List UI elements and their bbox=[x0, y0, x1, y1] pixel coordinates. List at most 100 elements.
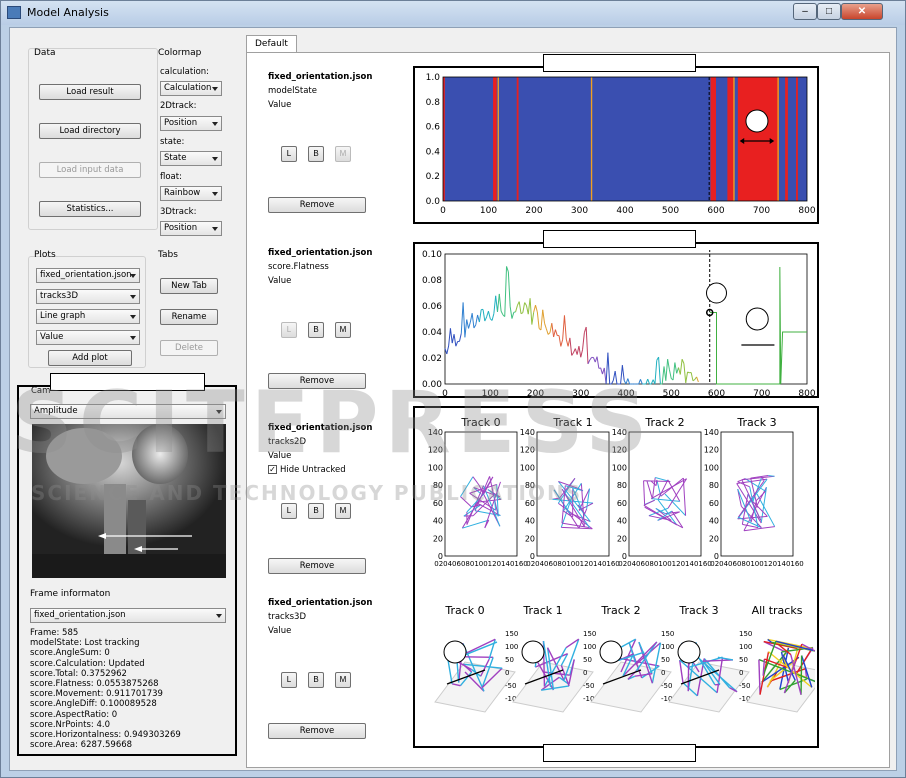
2dtrack-colormap-select[interactable]: Position bbox=[160, 116, 222, 131]
statistics-button[interactable]: Statistics... bbox=[39, 201, 141, 217]
modelstate-red-span bbox=[493, 77, 497, 201]
close-button[interactable]: ✕ bbox=[841, 3, 883, 20]
modelstate-orange-span bbox=[777, 77, 779, 201]
frame-info-line: Frame: 585 bbox=[30, 628, 79, 638]
tick-label: 020406080100120140160 bbox=[618, 560, 712, 568]
tick-label: 0.0 bbox=[426, 197, 441, 207]
tick-label: 020406080100120140160 bbox=[434, 560, 528, 568]
load-result-button[interactable]: Load result bbox=[39, 84, 141, 100]
plot-file-label: fixed_orientation.json bbox=[268, 423, 373, 433]
tick-label: 100 bbox=[520, 463, 535, 472]
tick-label: 500 bbox=[662, 206, 679, 216]
plot-b-button[interactable]: B bbox=[308, 322, 324, 338]
load-directory-button[interactable]: Load directory bbox=[39, 123, 141, 139]
frame-info-line: score.Horizontalness: 0.949303269 bbox=[30, 730, 181, 740]
plot-l-button[interactable]: L bbox=[281, 672, 297, 688]
tick-label: 40 bbox=[525, 517, 535, 526]
add-plot-button[interactable]: Add plot bbox=[48, 350, 132, 366]
track3d-panel-title: All tracks bbox=[752, 604, 803, 617]
plot-variable-select[interactable]: tracks3D bbox=[36, 289, 140, 304]
load-input-data-button[interactable]: Load input data bbox=[39, 162, 141, 178]
float-label: float: bbox=[160, 172, 182, 182]
tick-label: 40 bbox=[617, 517, 627, 526]
z-tick-label: 0 bbox=[505, 669, 509, 677]
track-panel-title: Track 1 bbox=[552, 416, 592, 429]
plot-type-select[interactable]: Line graph bbox=[36, 309, 140, 324]
tick-label: 20 bbox=[433, 534, 443, 543]
rename-tab-button[interactable]: Rename bbox=[160, 309, 218, 325]
plot-b-button[interactable]: B bbox=[308, 672, 324, 688]
z-tick-label: -50 bbox=[583, 682, 594, 690]
track-panel-title: Track 2 bbox=[644, 416, 684, 429]
track-panel-title: Track 3 bbox=[736, 416, 776, 429]
annotation-circle bbox=[521, 640, 545, 664]
annotation-circle bbox=[706, 282, 727, 304]
plot-b-button[interactable]: B bbox=[308, 146, 324, 162]
tick-label: 0.08 bbox=[422, 276, 442, 286]
frame-file-select[interactable]: fixed_orientation.json bbox=[30, 608, 226, 623]
tick-label: 300 bbox=[571, 206, 588, 216]
frame-info-label: Frame informaton bbox=[30, 589, 111, 599]
z-tick-label: 100 bbox=[505, 643, 518, 651]
tick-label: 60 bbox=[433, 499, 443, 508]
frame-info-line: score.NrPoints: 4.0 bbox=[30, 719, 111, 730]
plot-l-button[interactable]: L bbox=[281, 146, 297, 162]
plot-file-select[interactable]: fixed_orientation.json bbox=[36, 268, 140, 283]
new-tab-button[interactable]: New Tab bbox=[160, 278, 218, 294]
window-title: Model Analysis bbox=[27, 6, 109, 19]
plot-m-button[interactable]: M bbox=[335, 322, 351, 338]
tick-label: 120 bbox=[612, 446, 627, 455]
tick-label: 100 bbox=[704, 463, 719, 472]
plot-variable-label: score.Flatness bbox=[268, 262, 329, 272]
plot-b-button[interactable]: B bbox=[308, 503, 324, 519]
remove-plot-button[interactable]: Remove bbox=[268, 723, 366, 739]
remove-plot-button[interactable]: Remove bbox=[268, 558, 366, 574]
3dtrack-label: 3Dtrack: bbox=[160, 207, 197, 217]
z-tick-label: 0 bbox=[661, 669, 665, 677]
tick-label: 020406080100120140160 bbox=[710, 560, 804, 568]
plot-kind-label: Value bbox=[268, 276, 292, 286]
calculation-colormap-select[interactable]: Calculation bbox=[160, 81, 222, 96]
plot-m-button[interactable]: M bbox=[335, 146, 351, 162]
calculation-label: calculation: bbox=[160, 67, 210, 77]
modelstate-red-span bbox=[785, 77, 788, 201]
remove-plot-button[interactable]: Remove bbox=[268, 197, 366, 213]
state-colormap-select[interactable]: State bbox=[160, 151, 222, 166]
tick-label: 700 bbox=[753, 206, 770, 216]
camera-label: Cam bbox=[31, 386, 51, 396]
maximize-button[interactable]: □ bbox=[817, 3, 841, 20]
remove-plot-button[interactable]: Remove bbox=[268, 373, 366, 389]
z-tick-label: 100 bbox=[739, 643, 752, 651]
tick-label: 400 bbox=[617, 389, 634, 396]
tick-label: 0.6 bbox=[426, 123, 441, 133]
hide-untracked-checkbox[interactable]: ✓ Hide Untracked bbox=[268, 465, 346, 475]
z-tick-label: 0 bbox=[739, 669, 743, 677]
tick-label: 120 bbox=[428, 446, 443, 455]
plot-variable-label: modelState bbox=[268, 86, 317, 96]
tick-label: 140 bbox=[612, 428, 627, 437]
frame-info-line: score.Area: 6287.59668 bbox=[30, 740, 133, 751]
tick-label: 600 bbox=[708, 389, 725, 396]
plot-l-button[interactable]: L bbox=[281, 503, 297, 519]
tab-default[interactable]: Default bbox=[246, 35, 297, 52]
tick-label: 20 bbox=[709, 534, 719, 543]
plot-value-select[interactable]: Value bbox=[36, 330, 140, 345]
minimize-button[interactable]: – bbox=[793, 3, 817, 20]
frame-info-line: score.AngleSum: 0 bbox=[30, 648, 110, 659]
camera-mode-select[interactable]: Amplitude bbox=[30, 404, 226, 419]
tick-label: 20 bbox=[525, 534, 535, 543]
tick-label: 0 bbox=[442, 389, 448, 396]
plots-label: Plots bbox=[34, 250, 56, 260]
delete-tab-button[interactable]: Delete bbox=[160, 340, 218, 356]
tick-label: 400 bbox=[616, 206, 633, 216]
plot-m-button[interactable]: M bbox=[335, 672, 351, 688]
plot-m-button[interactable]: M bbox=[335, 503, 351, 519]
float-colormap-select[interactable]: Rainbow bbox=[160, 186, 222, 201]
3dtrack-colormap-select[interactable]: Position bbox=[160, 221, 222, 236]
annotation-circle bbox=[443, 640, 467, 664]
modelstate-red-span bbox=[516, 77, 519, 201]
z-tick-label: 100 bbox=[583, 643, 596, 651]
plot-l-button[interactable]: L bbox=[281, 322, 297, 338]
tick-label: 0.02 bbox=[422, 354, 442, 364]
modelstate-red-span bbox=[727, 77, 735, 201]
